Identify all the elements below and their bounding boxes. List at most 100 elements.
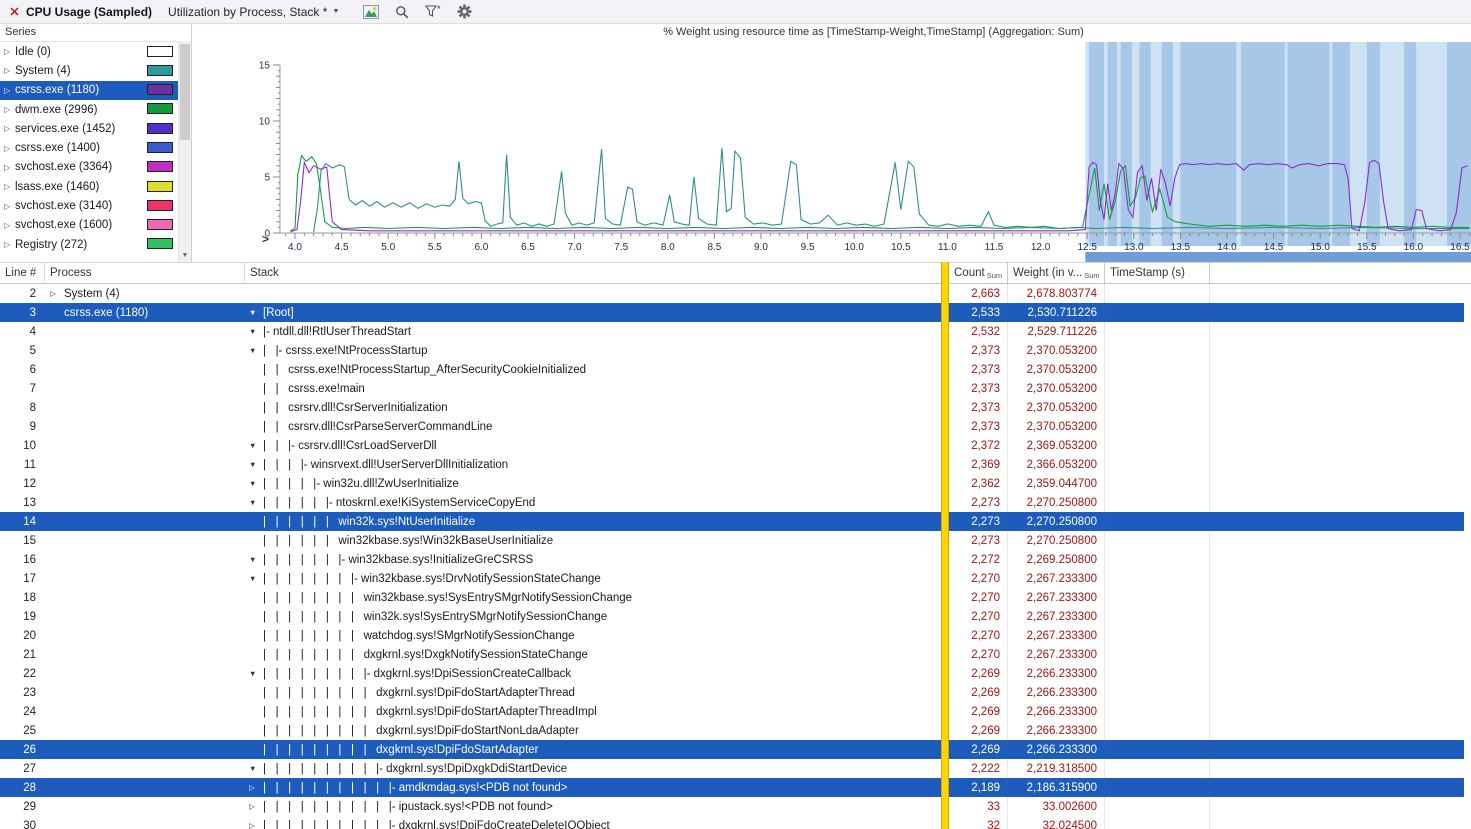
table-row[interactable]: 21 | | | | | | | | dxgkrnl.sys!DxgkNotify… [0,645,1471,664]
table-row[interactable]: 18 | | | | | | | | win32kbase.sys!SysEntr… [0,588,1471,607]
process-name: System (4) [64,287,120,300]
series-item[interactable]: ▷ csrss.exe (1400) [0,138,191,157]
table-row[interactable]: 29 ▷ | | | | | | | | | | |- ipustack.sys!<… [0,797,1471,816]
gear-icon[interactable] [454,3,474,21]
table-row[interactable]: 24 | | | | | | | | | dxgkrnl.sys!DpiFdoSt… [0,702,1471,721]
svg-text:13.5: 13.5 [1171,242,1191,253]
scrollbar-thumb[interactable] [180,44,190,140]
table-row[interactable]: 5 ▼ | |- csrss.exe!NtProcessStartup 2,373 2,… [0,341,1471,360]
view-preset-dropdown[interactable]: Utilization by Process, Stack * ▼ [168,5,339,19]
stack-expander-icon[interactable]: ▼ [249,460,263,469]
expand-arrow-icon[interactable]: ▷ [4,105,15,114]
series-scrollbar[interactable]: ▼ [178,41,191,262]
column-header-line[interactable]: Line # [0,263,45,283]
stack-expander-icon[interactable]: ▷ [249,802,263,811]
expand-arrow-icon[interactable]: ▷ [4,47,15,56]
column-header-timestamp[interactable]: TimeStamp (s) [1105,263,1210,283]
table-row[interactable]: 12 ▼ | | | | |- win32u.dll!ZwUserInitializ… [0,474,1471,493]
table-row[interactable]: 8 | | csrsrv.dll!CsrServerInitialization 2… [0,398,1471,417]
expand-arrow-icon[interactable]: ▷ [4,124,15,133]
stack-expander-icon[interactable]: ▼ [249,555,263,564]
stack-expander-icon[interactable]: ▼ [249,308,263,317]
table-row[interactable]: 19 | | | | | | | | win32k.sys!SysEntrySMg… [0,607,1471,626]
stack-expander-icon[interactable]: ▼ [249,669,263,678]
table-row[interactable]: 25 | | | | | | | | | dxgkrnl.sys!DpiFdoSt… [0,721,1471,740]
table-row[interactable]: 27 ▼ | | | | | | | | | |- dxgkrnl.sys!DpiD… [0,759,1471,778]
column-header-process[interactable]: Process [45,263,245,283]
expand-arrow-icon[interactable]: ▷ [4,66,15,75]
expand-arrow-icon[interactable]: ▷ [4,86,15,95]
series-item[interactable]: ▷ dwm.exe (2996) [0,100,191,119]
table-row[interactable]: 17 ▼ | | | | | | | |- win32kbase.sys!DrvNo… [0,569,1471,588]
series-item[interactable]: ▷ Registry (272) [0,235,191,254]
stack-cell: | | | | | | | | | dxgkrnl.sys!DpiFdoStar… [245,687,941,699]
svg-text:10: 10 [259,117,271,128]
table-row[interactable]: 6 | | csrss.exe!NtProcessStartup_AfterSec… [0,360,1471,379]
series-item[interactable]: ▷ svchost.exe (3364) [0,158,191,177]
table-row[interactable]: 30 ▷ | | | | | | | | | | |- dxgkrnl.sys!Dp… [0,816,1471,829]
stack-frame: | |- csrss.exe!NtProcessStartup [263,344,428,357]
column-header-count[interactable]: Count Sum [949,263,1008,283]
series-item[interactable]: ▷ svchost.exe (1600) [0,216,191,235]
stack-expander-icon[interactable]: ▼ [249,479,263,488]
table-row[interactable]: 2 ▷ System (4) 2,663 2,678.803774 [0,284,1471,303]
table-row[interactable]: 23 | | | | | | | | | dxgkrnl.sys!DpiFdoSt… [0,683,1471,702]
legend-collapse-arrow-icon[interactable]: > [262,232,269,246]
export-image-icon[interactable] [361,3,381,21]
stack-expander-icon[interactable]: ▼ [249,498,263,507]
line-number: 16 [23,553,36,566]
scrollbar-down-arrow-icon[interactable]: ▼ [179,249,191,262]
series-item[interactable]: ▷ System (4) [0,61,191,80]
line-number: 21 [23,648,36,661]
stack-frame: | | csrsrv.dll!CsrServerInitialization [263,401,448,414]
expand-arrow-icon[interactable]: ▷ [4,202,15,211]
table-row[interactable]: 4 ▼ |- ntdll.dll!RtlUserThreadStart 2,532 2,… [0,322,1471,341]
stack-expander-icon[interactable]: ▷ [249,783,263,792]
stack-expander-icon[interactable]: ▼ [249,764,263,773]
table-row[interactable]: 22 ▼ | | | | | | | | |- dxgkrnl.sys!DpiSes… [0,664,1471,683]
expand-arrow-icon[interactable]: ▷ [4,221,15,230]
stack-frame: | | | | | | | | win32kbase.sys!SysEntryS… [263,591,633,604]
series-item[interactable]: ▷ Idle (0) [0,42,191,61]
weight-value: 2,370.053200 [1026,420,1097,433]
expand-arrow-icon[interactable]: ▷ [4,163,15,172]
column-header-weight[interactable]: Weight (in v... Sum [1008,263,1105,283]
expand-arrow-icon[interactable]: ▷ [4,182,15,191]
series-item[interactable]: ▷ lsass.exe (1460) [0,177,191,196]
table-row[interactable]: 9 | | csrsrv.dll!CsrParseServerCommandLin… [0,417,1471,436]
count-value: 2,222 [971,762,1000,775]
table-row[interactable]: 15 | | | | | | win32kbase.sys!Win32kBaseU… [0,531,1471,550]
column-header-stack[interactable]: Stack [245,263,941,283]
stack-cell: ▼ | | | | |- win32u.dll!ZwUserInitialize [245,478,941,490]
utilization-chart[interactable]: 0510154.0 4.5 5.0 5.5 6.0 6.5 7.0 7.5 8.0 8.5 9.0 9… [192,24,1471,262]
expand-arrow-icon[interactable]: ▷ [4,144,15,153]
table-row[interactable]: 16 ▼ | | | | | | |- win32kbase.sys!Initial… [0,550,1471,569]
table-row[interactable]: 20 | | | | | | | | watchdog.sys!SMgrNotif… [0,626,1471,645]
table-row[interactable]: 13 ▼ | | | | | |- ntoskrnl.exe!KiSystemSer… [0,493,1471,512]
table-row[interactable]: 3 csrss.exe (1180) ▼ [Root] 2,533 2,530.71122… [0,303,1471,322]
series-item[interactable]: ▷ csrss.exe (1180) [0,80,191,100]
graph-column-divider-bar[interactable] [941,262,949,829]
search-icon[interactable] [392,3,412,21]
svg-text:10.0: 10.0 [844,242,864,253]
table-row[interactable]: 26 | | | | | | | | | dxgkrnl.sys!DpiFdoSt… [0,740,1471,759]
table-row[interactable]: 14 | | | | | | win32k.sys!NtUserInitializ… [0,512,1471,531]
process-expander-icon[interactable]: ▷ [50,289,64,298]
expand-arrow-icon[interactable]: ▷ [4,240,15,249]
weight-value: 2,267.233300 [1026,648,1097,661]
weight-value: 2,269.250800 [1026,553,1097,566]
table-row[interactable]: 11 ▼ | | | |- winsrvext.dll!UserServerDllI… [0,455,1471,474]
table-row[interactable]: 10 ▼ | | |- csrsrv.dll!CsrLoadServerDll 2,3… [0,436,1471,455]
weight-value: 2,270.250800 [1026,515,1097,528]
table-row[interactable]: 7 | | csrss.exe!main 2,373 2,370.053200 [0,379,1471,398]
stack-expander-icon[interactable]: ▼ [249,327,263,336]
table-row[interactable]: 28 ▷ | | | | | | | | | | |- amdkmdag.sys!<… [0,778,1471,797]
series-item[interactable]: ▷ services.exe (1452) [0,119,191,138]
stack-expander-icon[interactable]: ▼ [249,574,263,583]
series-item[interactable]: ▷ svchost.exe (3140) [0,196,191,215]
close-icon[interactable] [7,5,21,19]
stack-expander-icon[interactable]: ▼ [249,346,263,355]
stack-expander-icon[interactable]: ▼ [249,441,263,450]
filter-icon[interactable]: * [423,3,443,21]
stack-expander-icon[interactable]: ▷ [249,821,263,829]
